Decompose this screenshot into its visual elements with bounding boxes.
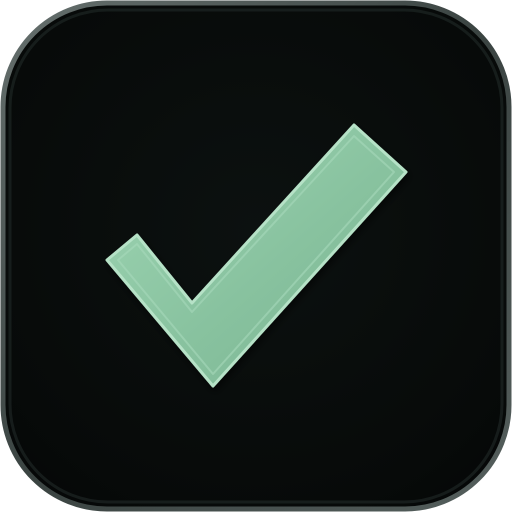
app-icon-canvas bbox=[0, 0, 512, 512]
app-icon-tile[interactable] bbox=[0, 0, 512, 512]
